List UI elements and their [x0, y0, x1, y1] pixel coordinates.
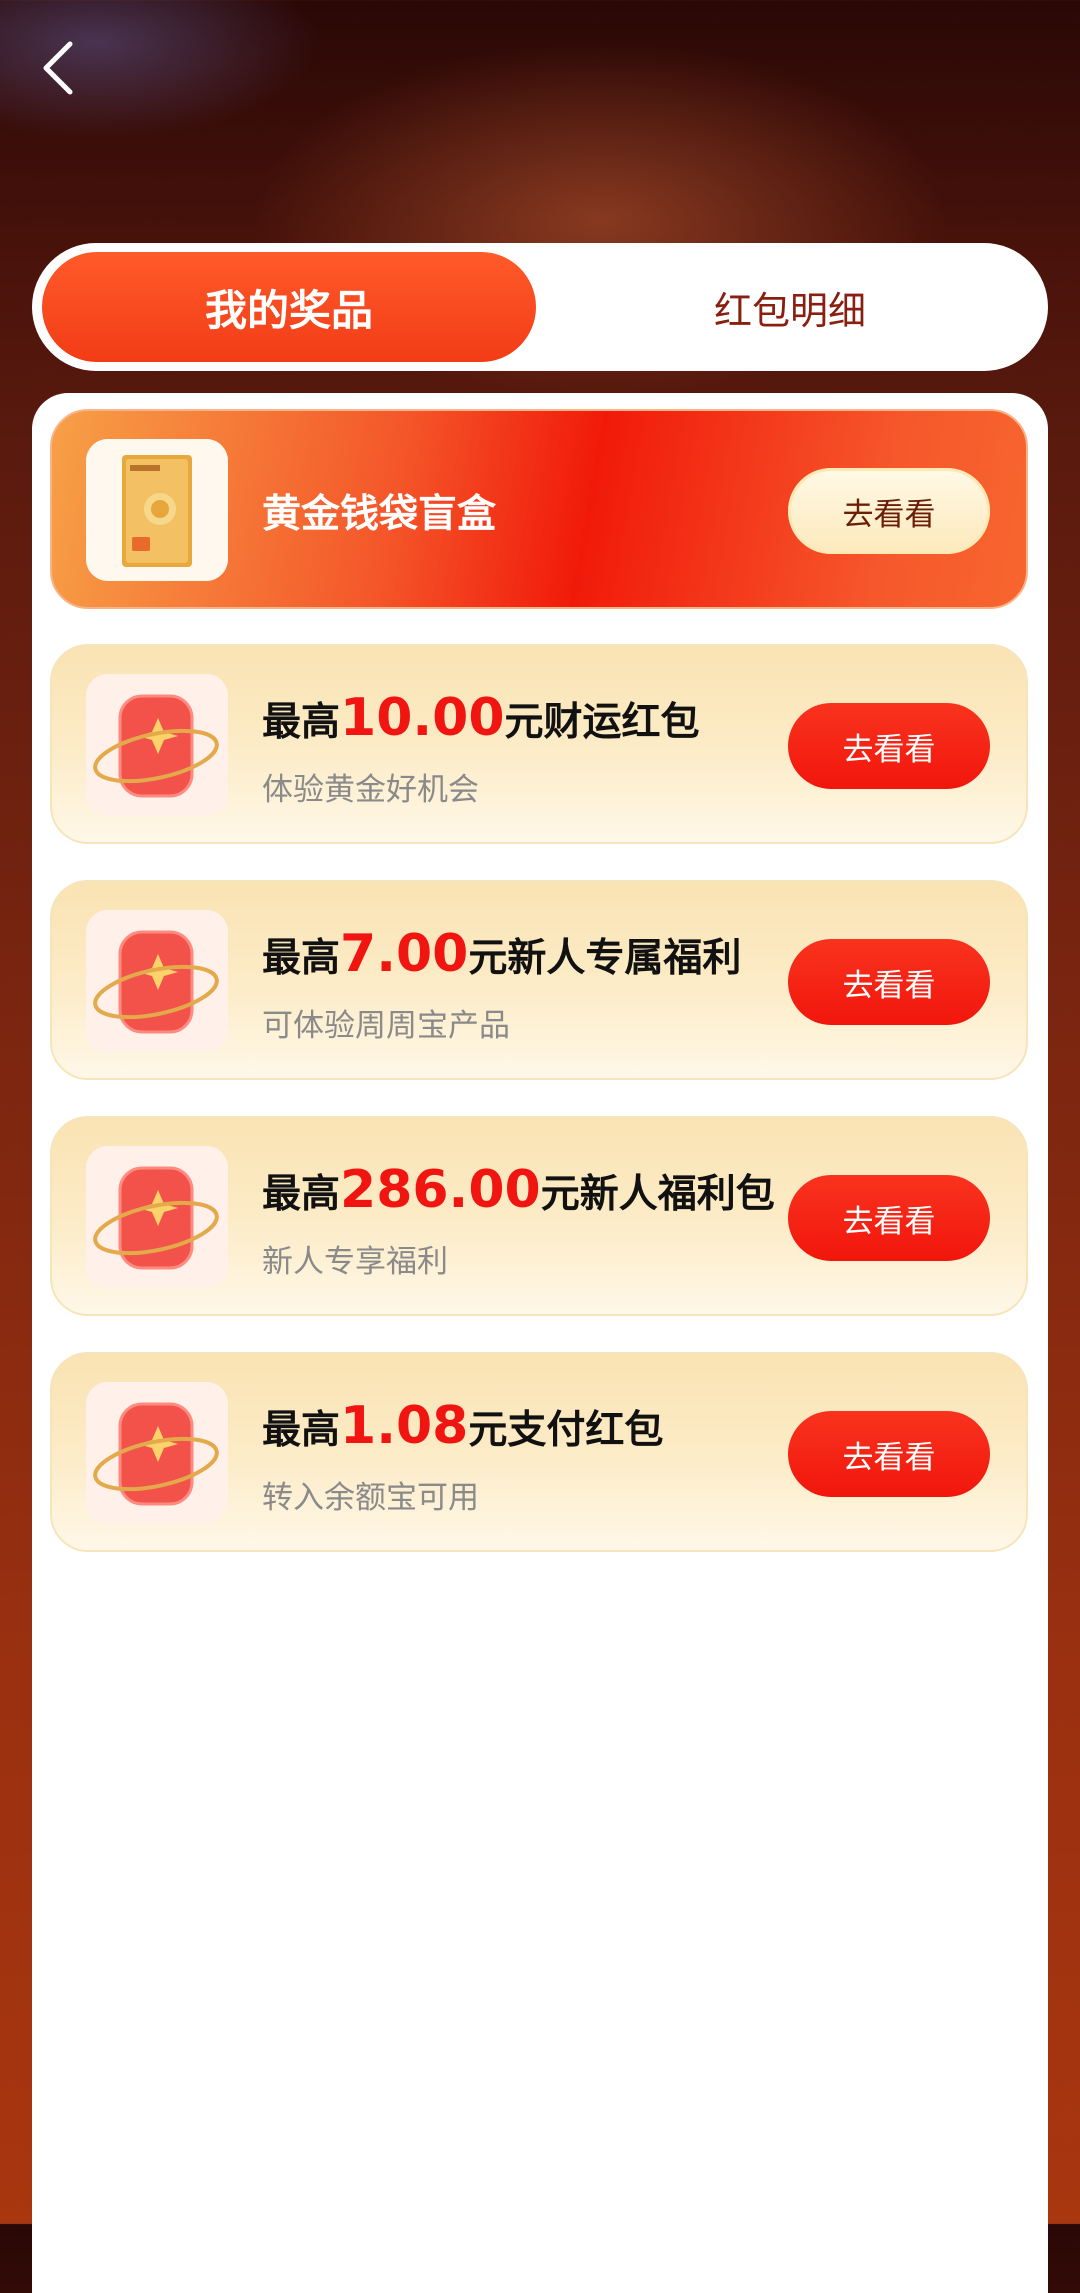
- tab-bar: 我的奖品 红包明细: [32, 243, 1048, 371]
- reward-subtitle: 新人专享福利: [262, 1244, 448, 1280]
- reward-title: 最高286.00元新人福利包: [262, 1160, 775, 1220]
- reward-subtitle: 转入余额宝可用: [262, 1480, 479, 1516]
- reward-view-button[interactable]: 去看看: [788, 1175, 990, 1261]
- reward-card: 最高1.08元支付红包 转入余额宝可用 去看看: [50, 1352, 1028, 1552]
- reward-title: 最高10.00元财运红包: [262, 688, 700, 748]
- reward-view-button[interactable]: 去看看: [788, 703, 990, 789]
- reward-prefix: 最高: [262, 1172, 341, 1217]
- back-button[interactable]: [30, 36, 90, 100]
- gold-box-image: [86, 439, 228, 581]
- reward-amount: 10.00: [340, 688, 505, 748]
- red-envelope-icon: [86, 1146, 228, 1288]
- red-envelope-icon: [86, 1382, 228, 1524]
- reward-title: 最高7.00元新人专属福利: [262, 924, 741, 984]
- reward-suffix: 元支付红包: [468, 1408, 664, 1453]
- reward-subtitle: 可体验周周宝产品: [262, 1008, 510, 1044]
- chevron-left-icon: [43, 41, 73, 95]
- reward-view-button[interactable]: 去看看: [788, 1411, 990, 1497]
- reward-card: 最高286.00元新人福利包 新人专享福利 去看看: [50, 1116, 1028, 1316]
- reward-title: 最高1.08元支付红包: [262, 1396, 663, 1456]
- reward-suffix: 元新人专属福利: [468, 936, 742, 981]
- reward-prefix: 最高: [262, 1408, 341, 1453]
- tab-red-packet-details[interactable]: 红包明细: [542, 252, 1038, 362]
- gold-card-view-button[interactable]: 去看看: [788, 468, 990, 554]
- reward-card: 最高7.00元新人专属福利 可体验周周宝产品 去看看: [50, 880, 1028, 1080]
- reward-prefix: 最高: [262, 700, 341, 745]
- gold-card-title: 黄金钱袋盲盒: [262, 492, 497, 537]
- reward-suffix: 元新人福利包: [540, 1172, 775, 1217]
- reward-card: 最高10.00元财运红包 体验黄金好机会 去看看: [50, 644, 1028, 844]
- reward-subtitle: 体验黄金好机会: [262, 772, 479, 808]
- reward-amount: 1.08: [340, 1396, 469, 1456]
- reward-view-button[interactable]: 去看看: [788, 939, 990, 1025]
- red-envelope-icon: [86, 910, 228, 1052]
- gold-blind-box-card: 黄金钱袋盲盒 去看看: [50, 409, 1028, 609]
- reward-amount: 7.00: [340, 924, 469, 984]
- reward-amount: 286.00: [340, 1160, 541, 1220]
- prize-list-panel: 黄金钱袋盲盒 去看看 最高10.00元财运红包 体验黄金好机会 去看看 最高7.…: [32, 393, 1048, 2293]
- tab-my-prizes[interactable]: 我的奖品: [42, 252, 536, 362]
- red-envelope-icon: [86, 674, 228, 816]
- reward-prefix: 最高: [262, 936, 341, 981]
- reward-suffix: 元财运红包: [504, 700, 700, 745]
